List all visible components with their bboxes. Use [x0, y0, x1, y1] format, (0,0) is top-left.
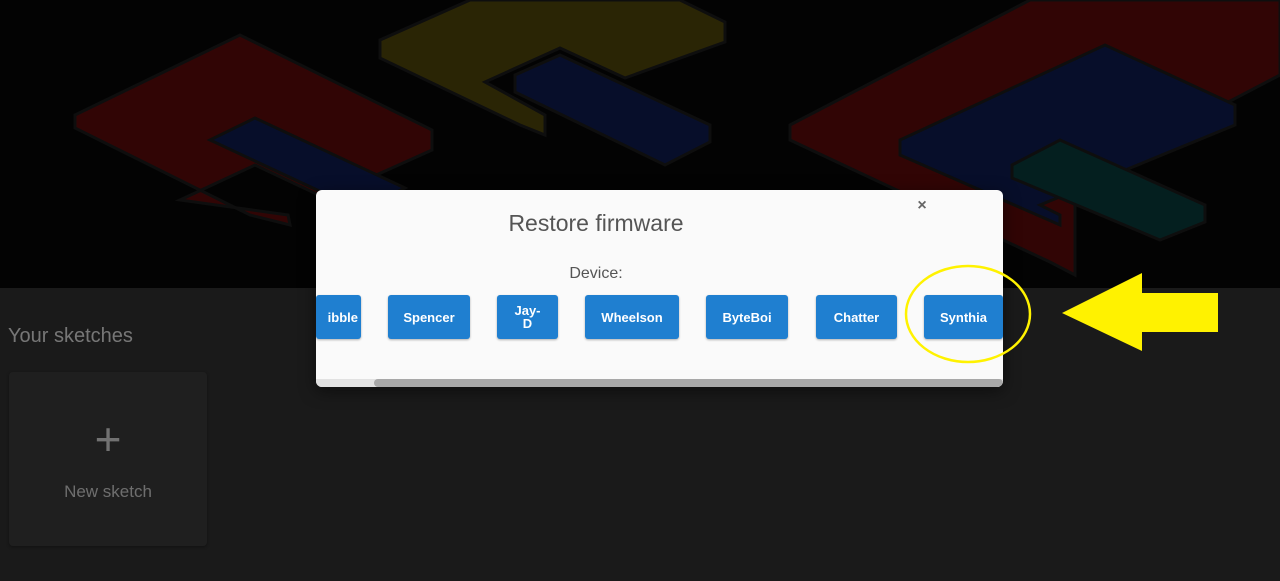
annotation-overlay: [904, 264, 1218, 364]
arrow-icon: [1062, 273, 1218, 351]
highlight-ellipse: [904, 264, 1032, 364]
page: Your sketches + New sketch Restore firmw…: [0, 0, 1280, 581]
